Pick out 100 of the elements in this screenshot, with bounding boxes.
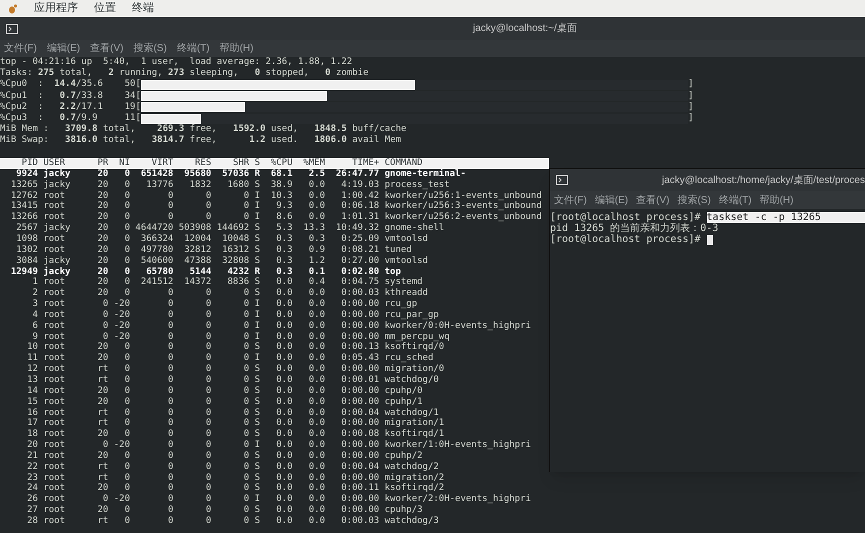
menu-item[interactable]: 搜索(S) <box>133 41 167 56</box>
menu-item[interactable]: 查看(V) <box>636 192 670 208</box>
table-cell-text: kworker/u256:1-events_unbound <box>384 190 542 201</box>
table-cell-text: 0.9 <box>308 244 326 256</box>
table-cell-text: 0.0 <box>308 320 326 332</box>
bracket: ] <box>688 79 694 91</box>
table-cell-text: 0 <box>124 408 130 418</box>
table-cell-text: 0 <box>204 440 212 451</box>
table-cell: watchdog/2 <box>384 462 439 473</box>
table-cell-text: 0 <box>242 342 250 354</box>
table-cell-text: 0:00.08 <box>340 429 380 440</box>
table-cell-text: 0 <box>124 201 130 212</box>
table-cell-text: 20 <box>96 223 108 234</box>
table-cell-text: 0 <box>242 408 250 418</box>
output-line: pid 13265 的当前亲和力列表：0-3 <box>550 223 720 234</box>
table-cell-text: jacky <box>43 168 72 180</box>
table-cell-text: 0 <box>242 299 250 310</box>
table-cell-text: 0.0 <box>275 516 293 527</box>
table-cell-text: 20 <box>96 483 108 494</box>
table-cell-text: systemd <box>384 277 423 288</box>
table-cell-text: root <box>43 299 66 310</box>
menu-item[interactable]: 帮助(H) <box>760 192 794 208</box>
column-header: PID <box>20 158 38 169</box>
menu-item[interactable]: 位置 <box>94 0 116 17</box>
table-cell-text: 0:00.00 <box>340 440 380 451</box>
table-cell-text: 0 <box>166 288 174 299</box>
table-cell-text: 16 <box>26 408 38 418</box>
column-header: TIME+ <box>351 158 380 169</box>
menu-item[interactable]: 终端 <box>132 0 154 17</box>
table-cell-text: 10 <box>26 342 38 354</box>
menu-item[interactable]: 编辑(E) <box>46 41 80 56</box>
table-cell: cpuhp/1 <box>384 396 423 408</box>
menu-item[interactable]: 查看(V) <box>90 41 124 56</box>
table-cell-text: 0 <box>204 374 212 386</box>
menu-item[interactable]: 终端(T) <box>718 192 752 208</box>
table-cell-text: S <box>254 396 260 408</box>
table-cell-text: 0 <box>124 277 130 288</box>
table-cell-text: R <box>254 168 260 180</box>
table-cell-text: 20 <box>96 180 108 191</box>
table-cell-text: I <box>254 353 260 364</box>
table-cell-text: 0.0 <box>308 299 326 310</box>
table-cell-text: 0.0 <box>308 374 326 386</box>
table-cell-text: 12949 <box>10 266 38 278</box>
menu-item[interactable]: 编辑(E) <box>594 192 628 208</box>
table-cell-text: 0 <box>204 364 212 375</box>
table-cell-text: rt <box>96 516 108 527</box>
table-cell-text: root <box>43 342 66 354</box>
table-cell-text: 0.0 <box>308 440 326 451</box>
table-cell-text: 0 <box>204 310 212 321</box>
table-cell-text: 0 <box>242 201 250 212</box>
table-cell-text: root <box>43 277 66 288</box>
table-cell-text: kworker/2:0H-events_highpri <box>384 494 531 505</box>
table-cell-text: 24 <box>26 483 38 494</box>
table-cell-text: root <box>43 201 66 212</box>
table-cell-text: 32812 <box>183 244 212 256</box>
table-cell-text: 0 <box>102 440 108 451</box>
menu-item[interactable]: 帮助(H) <box>220 41 254 56</box>
window-title: jacky@localhost:/home/jacky/桌面/test/proces <box>662 174 865 188</box>
table-cell-text: 0 <box>166 462 174 473</box>
table-cell-text: 0:00.00 <box>340 418 380 429</box>
menu-item[interactable]: 应用程序 <box>34 0 78 17</box>
table-cell-text: 0 <box>124 516 130 527</box>
table-cell-text: 0 <box>204 212 212 223</box>
table-cell-text: rcu_sched <box>384 353 434 364</box>
terminal-icon <box>556 175 568 185</box>
table-cell-text: 27 <box>26 505 38 516</box>
table-cell-text: S <box>254 223 260 234</box>
table-cell-text: 0 <box>242 374 250 386</box>
menu-item[interactable]: 文件(F) <box>4 41 37 56</box>
table-cell-text: 5144 <box>188 266 212 277</box>
table-cell-text: S <box>254 180 260 191</box>
table-cell-text: root <box>43 364 66 375</box>
table-cell-text: 0 <box>166 429 174 440</box>
table-cell-text: kworker/u256:2-events_unbound <box>384 212 542 223</box>
table-cell-text: 0:00.11 <box>340 483 380 494</box>
table-cell-text: 1302 <box>15 244 38 256</box>
table-cell-text: 0 <box>166 418 174 429</box>
menu-item[interactable]: 文件(F) <box>554 192 587 208</box>
table-cell-text: 0.0 <box>308 190 326 201</box>
table-cell-text: 0 <box>242 472 250 484</box>
table-cell-text: 0.0 <box>308 483 326 494</box>
table-cell-text: 0 <box>166 494 174 505</box>
column-header: %CPU <box>270 158 293 169</box>
cpu-label: %Cpu2 : 2.2/17.1 19[ <box>0 102 141 113</box>
menu-item[interactable]: 搜索(S) <box>677 192 711 208</box>
table-cell-text: 0 <box>242 505 250 516</box>
column-header: RES <box>194 158 212 169</box>
table-cell-text: 14 <box>26 386 38 397</box>
table-cell-text: 0 <box>124 212 130 223</box>
table-cell-text: 0:02.80 <box>340 266 380 277</box>
table-cell-text: S <box>254 386 260 397</box>
app-menu-icon[interactable] <box>8 4 18 14</box>
table-cell-text: 13265 <box>10 180 38 191</box>
table-cell-text: 0:05.43 <box>340 353 380 364</box>
table-cell-text: 0.0 <box>275 408 293 418</box>
table-cell: migration/0 <box>384 364 444 375</box>
table-cell-text: jacky <box>43 266 72 278</box>
menu-item[interactable]: 终端(T) <box>176 41 210 56</box>
table-cell-text: 0.0 <box>275 320 293 332</box>
table-cell-text: 0 <box>166 342 174 353</box>
